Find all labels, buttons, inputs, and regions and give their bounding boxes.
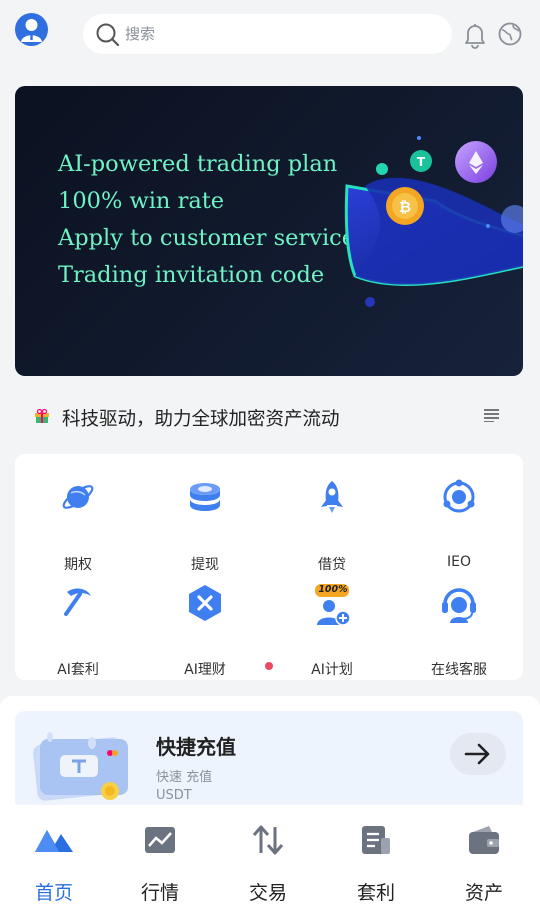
- quick-recharge-card[interactable]: 快捷充值 快速 充值 USDT: [15, 711, 523, 811]
- search-bar[interactable]: [83, 14, 452, 54]
- grid-item-label: AI计划: [311, 662, 353, 678]
- tab-assets[interactable]: 资产: [430, 820, 538, 904]
- tab-label: 套利: [356, 882, 395, 904]
- grid-item-ieo[interactable]: IEO: [409, 479, 509, 570]
- tab-arbitrage[interactable]: 套利: [322, 820, 430, 904]
- banner-line: 100% win rate: [58, 188, 225, 214]
- headset-icon: [442, 588, 476, 623]
- recharge-subtitle: 快速 充值 USDT: [156, 770, 213, 803]
- recharge-title: 快捷充值: [156, 735, 236, 759]
- document-icon: [362, 826, 390, 854]
- banner-text: AI-powered trading plan 100% win rate Ap…: [58, 146, 355, 294]
- search-input[interactable]: [125, 14, 425, 54]
- coins-stack-icon: [190, 483, 220, 511]
- swap-icon: [252, 825, 284, 855]
- search-icon: [96, 23, 120, 47]
- globe-icon[interactable]: [497, 21, 523, 47]
- tab-label: 行情: [140, 882, 179, 904]
- banner-line: Trading invitation code: [58, 262, 325, 288]
- grid-item-ai-finance[interactable]: AI理财: [155, 584, 255, 678]
- tab-home[interactable]: 首页: [0, 820, 108, 904]
- orbit-icon: [443, 479, 475, 513]
- arrow-right-icon: [464, 743, 490, 765]
- grid-item-withdraw[interactable]: 提现: [155, 479, 255, 573]
- home-icon: [35, 830, 73, 852]
- svg-text:₿: ₿: [399, 198, 411, 216]
- grid-item-label: AI套利: [57, 662, 99, 678]
- planet-icon: [62, 485, 94, 509]
- notice-bar[interactable]: 科技驱动，助力全球加密资产流动: [0, 396, 540, 438]
- wallet-icon: [469, 826, 499, 854]
- banner-line: AI-powered trading plan: [58, 151, 338, 177]
- bottom-tab-bar: 首页 行情 交易 套利 资产: [0, 805, 540, 915]
- bell-icon[interactable]: [462, 21, 488, 49]
- grid-item-label: IEO: [447, 554, 471, 570]
- banner-line: Apply to customer service: [58, 225, 356, 251]
- tab-label: 首页: [34, 882, 73, 904]
- tab-trade[interactable]: 交易: [214, 820, 322, 904]
- menu-icon[interactable]: [484, 408, 500, 422]
- avatar-icon[interactable]: [15, 13, 48, 46]
- promo-banner[interactable]: AI-powered trading plan 100% win rate Ap…: [15, 86, 523, 376]
- ai-plan-badge: 100%: [318, 584, 348, 595]
- top-header: [0, 0, 540, 70]
- grid-item-options[interactable]: 期权: [28, 479, 128, 573]
- feature-grid: 期权 提现 借贷 IEO AI套利 AI理财 100% AI计划 在线客服: [15, 454, 523, 680]
- grid-item-ai-plan[interactable]: 100% AI计划: [282, 584, 382, 678]
- rocket-icon: [321, 481, 343, 513]
- recharge-arrow-button[interactable]: [450, 733, 506, 775]
- grid-item-customer-service[interactable]: 在线客服: [409, 584, 509, 678]
- grid-item-loan[interactable]: 借贷: [282, 479, 382, 573]
- grid-item-label: 在线客服: [431, 662, 487, 678]
- pickaxe-icon: [64, 588, 91, 616]
- grid-item-label: 期权: [64, 557, 92, 573]
- tab-label: 资产: [464, 882, 503, 904]
- svg-text:T: T: [417, 155, 426, 169]
- gift-icon: [35, 408, 49, 423]
- crypto-wallet-illustration: ₿ T: [344, 136, 523, 307]
- notice-text: 科技驱动，助力全球加密资产流动: [62, 409, 340, 430]
- grid-item-ai-arbitrage[interactable]: AI套利: [28, 584, 128, 678]
- bank-card-illustration: [33, 732, 128, 801]
- grid-item-label: AI理财: [184, 662, 226, 678]
- page-indicator-dot[interactable]: [265, 662, 273, 670]
- tab-label: 交易: [248, 882, 287, 904]
- tab-market[interactable]: 行情: [106, 820, 214, 904]
- chart-icon: [145, 827, 175, 853]
- grid-item-label: 提现: [191, 557, 219, 573]
- hexagon-x-icon: [189, 585, 221, 621]
- grid-item-label: 借贷: [318, 557, 346, 573]
